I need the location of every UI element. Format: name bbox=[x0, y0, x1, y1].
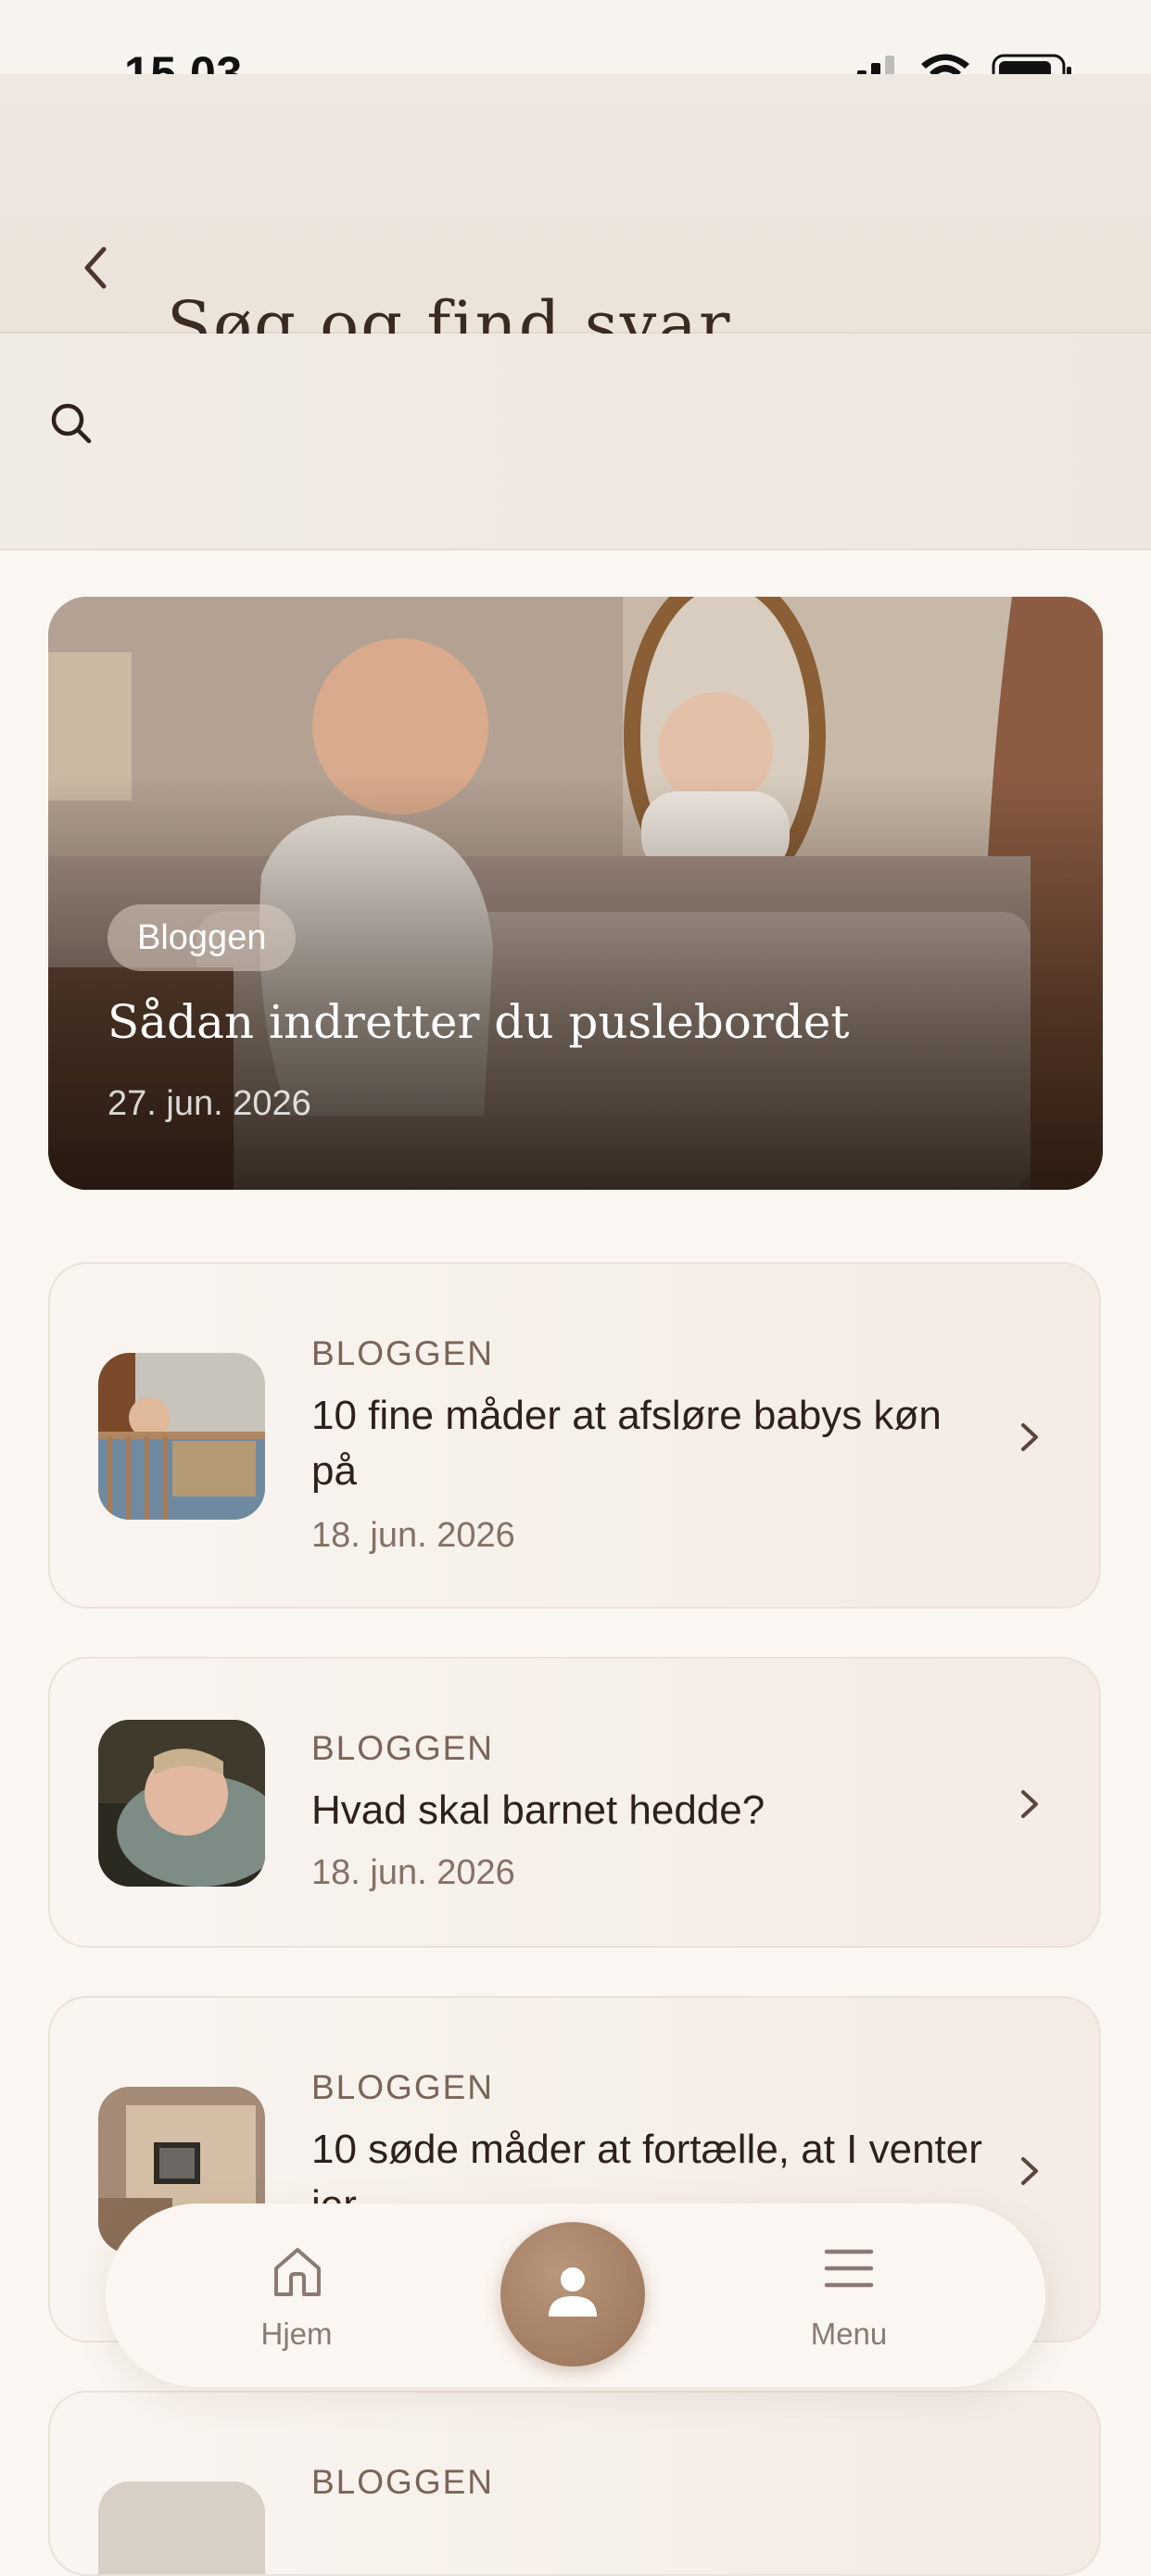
article-date: 18. jun. 2026 bbox=[311, 1853, 515, 1892]
menu-icon bbox=[824, 2249, 874, 2288]
article-thumbnail bbox=[98, 2481, 265, 2574]
featured-article-title: Sådan indretter du puslebordet bbox=[108, 995, 850, 1049]
home-icon bbox=[274, 2248, 321, 2296]
search-icon bbox=[51, 403, 92, 444]
back-button[interactable] bbox=[72, 235, 119, 300]
article-category: BLOGGEN bbox=[311, 1334, 494, 1372]
article-card[interactable]: BLOGGEN bbox=[48, 2391, 1101, 2576]
tab-home-label: Hjem bbox=[260, 2317, 333, 2351]
article-category: BLOGGEN bbox=[311, 1729, 494, 1767]
article-card[interactable]: BLOGGEN 10 fine måder at afsløre babys k… bbox=[48, 1262, 1101, 1609]
search-input[interactable] bbox=[111, 389, 1097, 460]
page-header: Søg og find svar bbox=[0, 74, 1151, 358]
featured-article-date: 27. jun. 2026 bbox=[108, 1084, 311, 1123]
category-badge: Bloggen bbox=[108, 904, 297, 971]
article-category: BLOGGEN bbox=[311, 2068, 494, 2106]
bottom-tab-bar: Hjem Menu bbox=[106, 2203, 1045, 2387]
article-title: Hvad skal barnet hedde? bbox=[311, 1787, 765, 1833]
profile-button[interactable] bbox=[500, 2222, 645, 2367]
article-date: 18. jun. 2026 bbox=[311, 1516, 515, 1555]
article-card[interactable]: BLOGGEN Hvad skal barnet hedde? 18. jun.… bbox=[48, 1657, 1101, 1948]
person-icon bbox=[549, 2267, 597, 2317]
article-thumbnail bbox=[98, 1720, 265, 1887]
chevron-right-icon bbox=[1021, 2157, 1038, 2185]
article-title: 10 fine måder at afsløre babys køn på bbox=[311, 1393, 942, 1494]
featured-article-card[interactable]: Bloggen Sådan indretter du puslebordet 2… bbox=[48, 597, 1103, 1190]
tab-home[interactable]: Hjem bbox=[204, 2203, 389, 2387]
chevron-right-icon bbox=[1021, 1790, 1038, 1818]
tab-menu-label: Menu bbox=[810, 2317, 888, 2351]
article-thumbnail bbox=[98, 1353, 265, 1520]
tab-menu[interactable]: Menu bbox=[756, 2203, 942, 2387]
back-chevron-icon bbox=[84, 246, 107, 289]
article-category: BLOGGEN bbox=[311, 2463, 494, 2501]
status-bar: 15.03 bbox=[0, 0, 1151, 99]
chevron-right-icon bbox=[1021, 1423, 1038, 1451]
